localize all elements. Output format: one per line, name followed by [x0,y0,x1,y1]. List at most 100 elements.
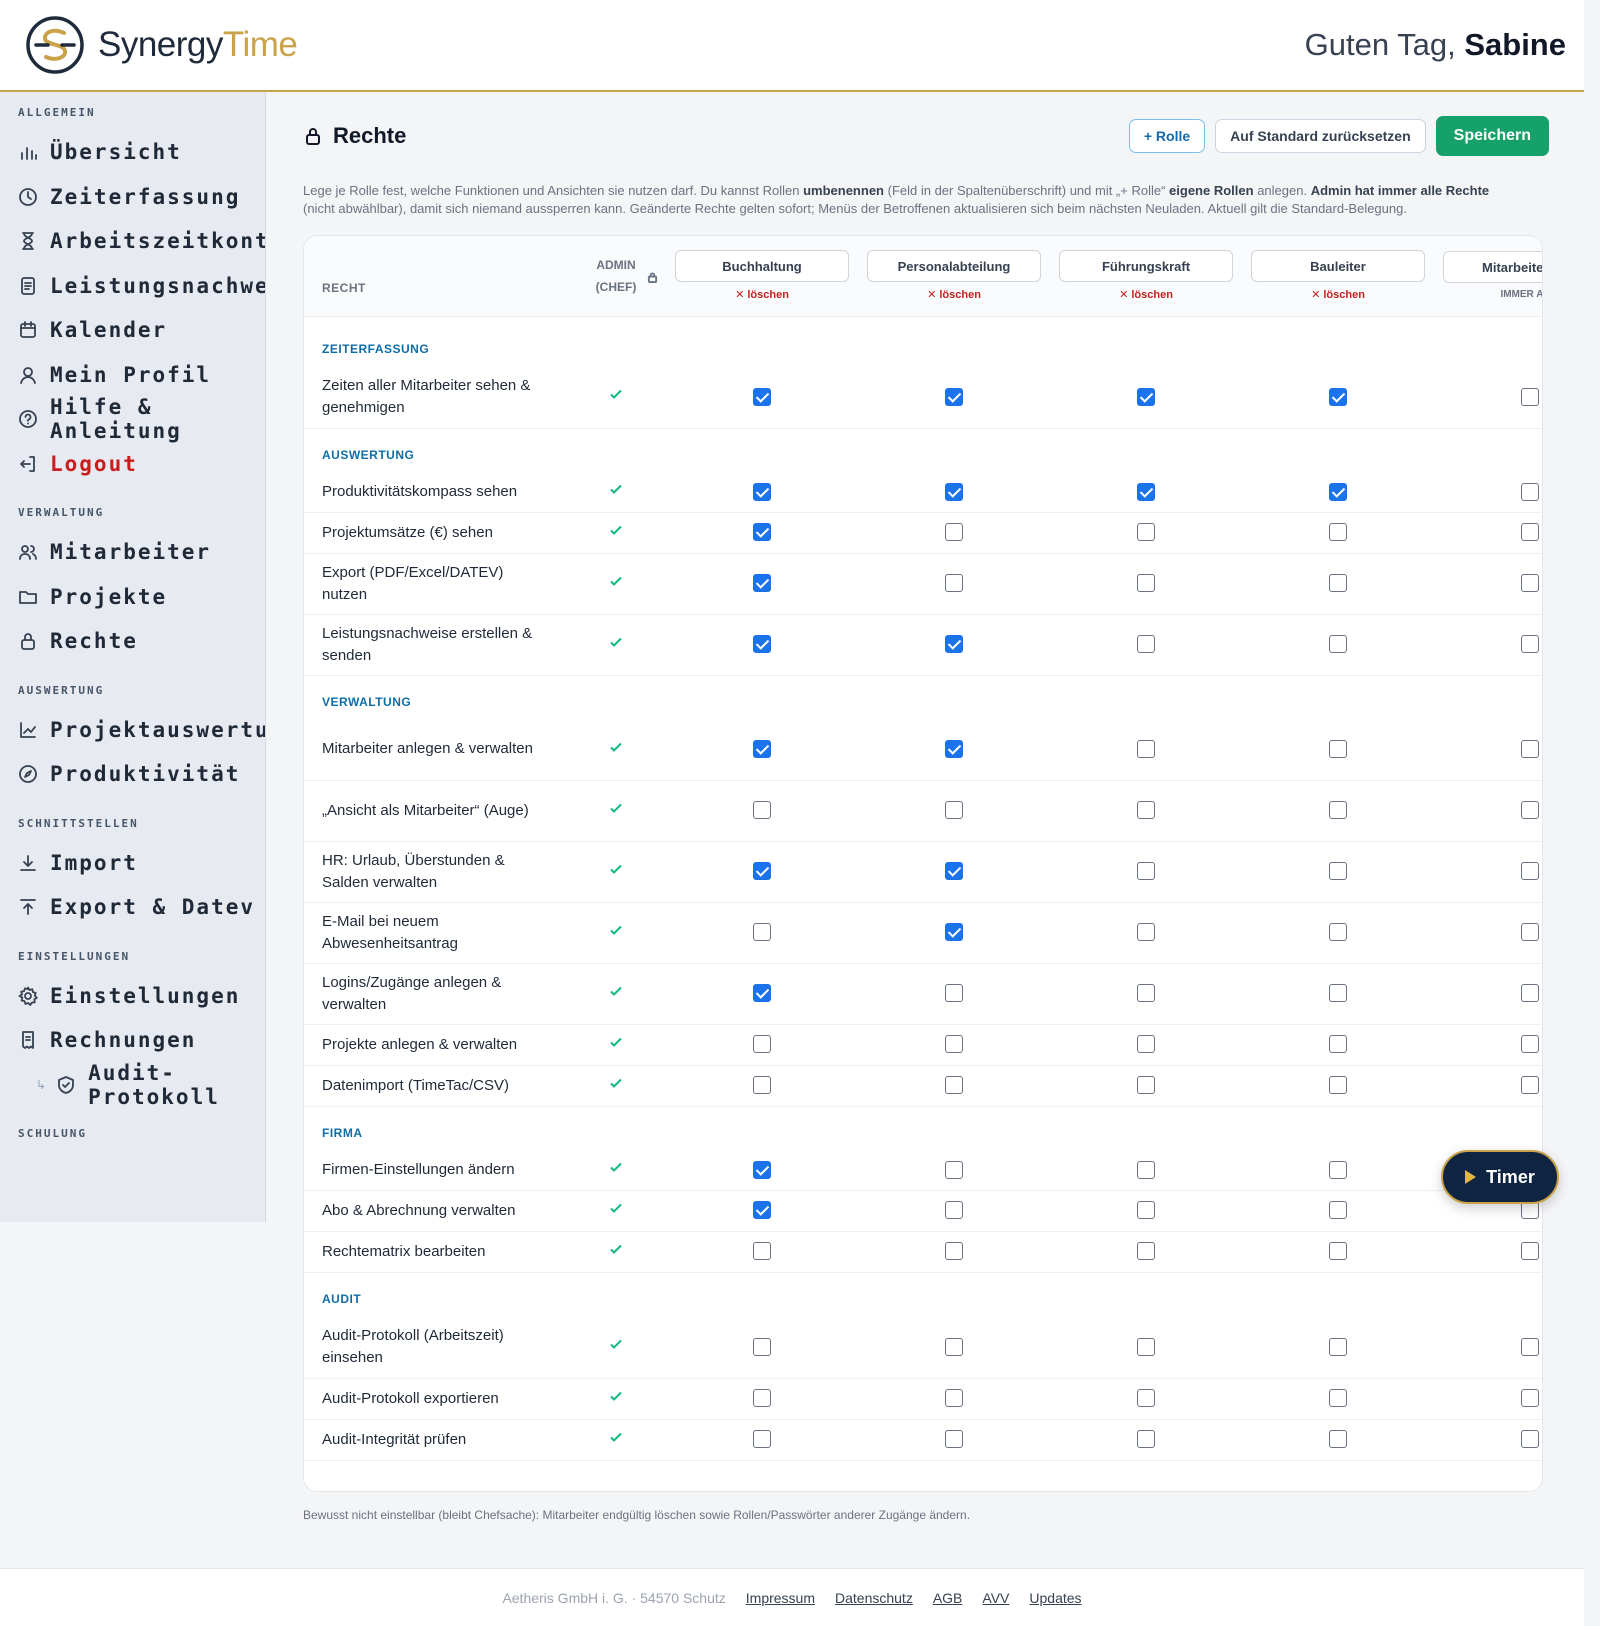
sidebar-item-logout[interactable]: Logout [0,442,265,487]
permission-checkbox[interactable] [1521,1337,1539,1356]
permission-checkbox[interactable] [1329,1242,1347,1261]
sidebar-item-mitarbeiter[interactable]: Mitarbeiter [0,530,265,575]
permission-checkbox[interactable] [1137,1201,1155,1220]
permission-checkbox[interactable] [945,1160,963,1179]
role-name-input[interactable]: Buchhaltung [675,250,849,283]
delete-role-button[interactable]: ✕ löschen [1311,288,1365,301]
permission-checkbox[interactable] [1137,862,1155,881]
role-name-input[interactable]: Führungskraft [1059,250,1233,283]
permission-checkbox[interactable] [1521,1076,1539,1095]
permission-checkbox[interactable] [1521,1035,1539,1054]
permission-checkbox[interactable] [1329,1430,1347,1449]
role-name-input[interactable]: Mitarbeiter [1443,251,1542,284]
sidebar-item-produktivitaet[interactable]: Produktivität [0,752,265,797]
permission-checkbox[interactable] [1521,482,1539,501]
sidebar-item-zeiterfassung[interactable]: Zeiterfassung [0,175,265,220]
permission-checkbox[interactable] [945,635,963,654]
delete-role-button[interactable]: ✕ löschen [927,288,981,301]
permission-checkbox[interactable] [1521,574,1539,593]
permission-checkbox[interactable] [945,387,963,406]
footer-link-avv[interactable]: AVV [982,1590,1009,1606]
permission-checkbox[interactable] [753,862,771,881]
permission-checkbox[interactable] [1329,984,1347,1003]
permission-checkbox[interactable] [945,1430,963,1449]
footer-link-impressum[interactable]: Impressum [746,1590,815,1606]
permission-checkbox[interactable] [945,1389,963,1408]
permission-checkbox[interactable] [1137,1242,1155,1261]
sidebar-item-uebersicht[interactable]: Übersicht [0,130,265,175]
permission-checkbox[interactable] [1521,387,1539,406]
permission-checkbox[interactable] [1521,801,1539,820]
delete-role-button[interactable]: ✕ löschen [735,288,789,301]
permission-checkbox[interactable] [1329,1201,1347,1220]
permission-checkbox[interactable] [1137,1076,1155,1095]
permission-checkbox[interactable] [1521,635,1539,654]
permission-checkbox[interactable] [945,801,963,820]
sidebar-item-hilfe[interactable]: Hilfe & Anleitung [0,395,265,443]
permission-checkbox[interactable] [945,1201,963,1220]
permission-checkbox[interactable] [945,1076,963,1095]
permission-checkbox[interactable] [1137,1389,1155,1408]
sidebar-item-leistungsnachweis[interactable]: Leistungsnachweis [0,264,265,309]
delete-role-button[interactable]: ✕ löschen [1119,288,1173,301]
permission-checkbox[interactable] [945,523,963,542]
permission-checkbox[interactable] [1137,635,1155,654]
permission-checkbox[interactable] [1329,862,1347,881]
permission-checkbox[interactable] [1521,923,1539,942]
permission-checkbox[interactable] [945,1242,963,1261]
permission-checkbox[interactable] [1521,740,1539,759]
permission-checkbox[interactable] [753,923,771,942]
permission-checkbox[interactable] [753,482,771,501]
permission-checkbox[interactable] [1137,387,1155,406]
permission-checkbox[interactable] [1137,574,1155,593]
permission-checkbox[interactable] [1329,574,1347,593]
save-button[interactable]: Speichern [1435,116,1549,156]
role-name-input[interactable]: Personalabteilung [867,250,1041,283]
permission-checkbox[interactable] [1329,740,1347,759]
permission-checkbox[interactable] [1137,1337,1155,1356]
permission-checkbox[interactable] [753,1242,771,1261]
permission-checkbox[interactable] [945,862,963,881]
sidebar-item-mein-profil[interactable]: Mein Profil [0,353,265,398]
permission-checkbox[interactable] [1521,1430,1539,1449]
sidebar-item-export-datev[interactable]: Export & Datev [0,885,265,930]
sidebar-item-projektauswertung[interactable]: Projektauswertung [0,708,265,753]
permission-checkbox[interactable] [753,801,771,820]
permission-checkbox[interactable] [753,574,771,593]
permission-checkbox[interactable] [1137,984,1155,1003]
permission-checkbox[interactable] [1329,801,1347,820]
sidebar-item-arbeitszeitkonto[interactable]: Arbeitszeitkonto [0,219,265,264]
sidebar-item-audit-protokoll[interactable]: ↳ Audit-Protokoll [0,1061,265,1109]
permission-checkbox[interactable] [753,1430,771,1449]
permission-checkbox[interactable] [1137,801,1155,820]
permission-checkbox[interactable] [753,635,771,654]
permission-checkbox[interactable] [945,740,963,759]
permission-checkbox[interactable] [1329,1035,1347,1054]
permission-checkbox[interactable] [1521,1242,1539,1261]
permission-checkbox[interactable] [1329,1160,1347,1179]
permission-checkbox[interactable] [1329,1076,1347,1095]
sidebar-item-kalender[interactable]: Kalender [0,308,265,353]
permission-checkbox[interactable] [1329,923,1347,942]
permission-checkbox[interactable] [753,523,771,542]
permission-checkbox[interactable] [945,482,963,501]
timer-button[interactable]: Timer [1441,1150,1559,1204]
footer-link-agb[interactable]: AGB [933,1590,963,1606]
permission-checkbox[interactable] [1329,1337,1347,1356]
permission-checkbox[interactable] [1329,635,1347,654]
permission-checkbox[interactable] [1521,1201,1539,1220]
permission-checkbox[interactable] [945,1035,963,1054]
permission-checkbox[interactable] [945,984,963,1003]
sidebar-item-einstellungen[interactable]: Einstellungen [0,974,265,1019]
role-name-input[interactable]: Bauleiter [1251,250,1425,283]
permission-checkbox[interactable] [1137,1160,1155,1179]
permission-checkbox[interactable] [1137,923,1155,942]
permission-checkbox[interactable] [1137,1430,1155,1449]
permission-checkbox[interactable] [1329,523,1347,542]
permission-checkbox[interactable] [1329,387,1347,406]
reset-defaults-button[interactable]: Auf Standard zurücksetzen [1215,119,1426,153]
permission-checkbox[interactable] [1521,1389,1539,1408]
permission-checkbox[interactable] [1521,523,1539,542]
add-role-button[interactable]: + Rolle [1128,119,1206,153]
permission-checkbox[interactable] [1137,740,1155,759]
